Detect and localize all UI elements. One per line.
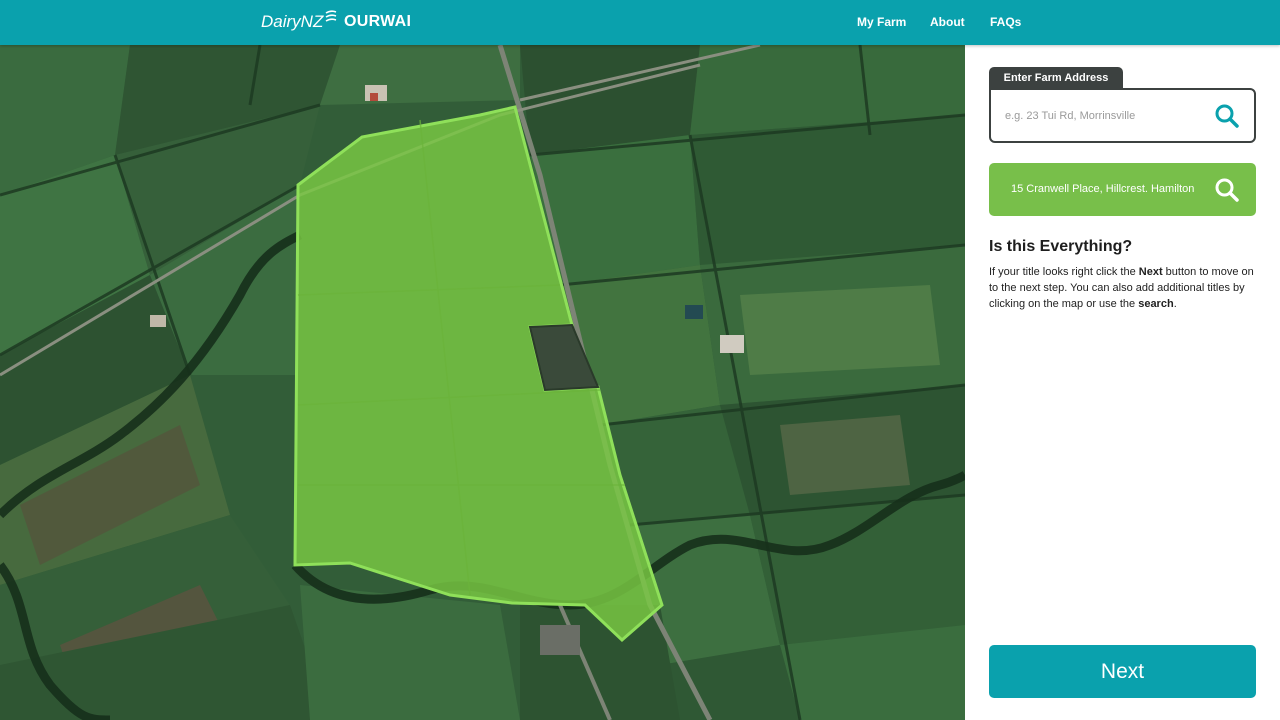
side-panel: Enter Farm Address 15 Cranwell Place, Hi… bbox=[965, 45, 1280, 720]
address-input[interactable] bbox=[1005, 107, 1205, 125]
address-search-box bbox=[989, 88, 1256, 143]
search-result-item[interactable]: 15 Cranwell Place, Hillcrest. Hamilton bbox=[989, 163, 1256, 216]
brand-name: DairyNZ bbox=[261, 12, 324, 31]
next-button[interactable]: Next bbox=[989, 645, 1256, 698]
satellite-map[interactable] bbox=[0, 45, 965, 720]
brand-logo[interactable]: DairyNZ bbox=[261, 10, 337, 32]
brand-swoosh-icon bbox=[325, 10, 337, 22]
top-header: DairyNZ OURWAI My Farm About FAQs bbox=[0, 0, 1280, 45]
map-canvas[interactable] bbox=[0, 45, 965, 720]
result-address: 15 Cranwell Place, Hillcrest. Hamilton bbox=[1011, 183, 1195, 195]
confirmation-heading: Is this Everything? bbox=[989, 238, 1133, 255]
nav-about[interactable]: About bbox=[930, 15, 965, 29]
nav-my-farm[interactable]: My Farm bbox=[857, 15, 906, 29]
enter-address-tab: Enter Farm Address bbox=[989, 67, 1123, 89]
confirmation-text: If your title looks right click the Next… bbox=[989, 266, 1254, 310]
search-icon bbox=[1215, 178, 1239, 202]
search-icon[interactable] bbox=[1214, 103, 1240, 129]
nav-faqs[interactable]: FAQs bbox=[990, 15, 1021, 29]
product-name[interactable]: OURWAI bbox=[344, 13, 411, 31]
